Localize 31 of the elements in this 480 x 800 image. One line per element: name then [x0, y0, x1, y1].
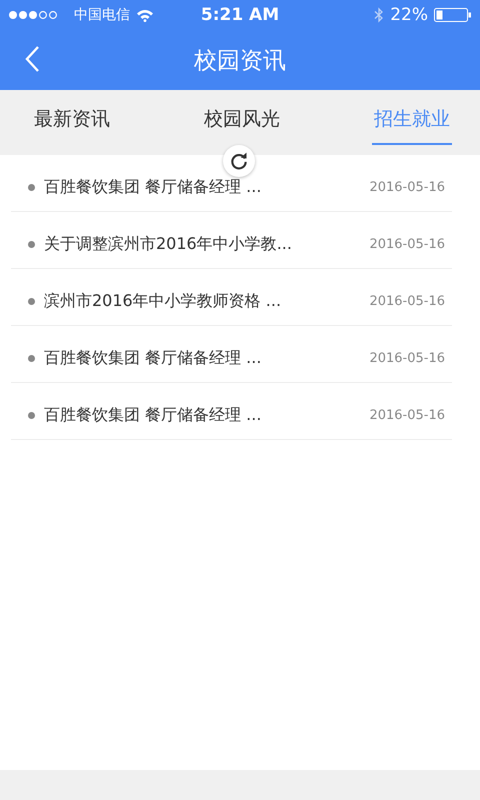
news-date: 2016-05-16 [369, 294, 445, 308]
bullet-icon [28, 184, 35, 190]
news-date: 2016-05-16 [369, 236, 445, 252]
battery-percent: 22% [390, 5, 428, 25]
news-title: 滨州市2016年中小学教师资格 ... [44, 290, 282, 312]
battery-icon [434, 8, 472, 22]
bullet-icon [28, 354, 35, 362]
back-button[interactable] [24, 45, 40, 73]
bullet-icon [28, 240, 35, 248]
refresh-icon [223, 145, 255, 177]
news-item[interactable]: 百胜餐饮集团 餐厅储备经理 ... 2016-05-16 [11, 326, 452, 383]
news-date: 2016-05-16 [369, 408, 445, 422]
bullet-icon [28, 412, 35, 418]
news-title: 百胜餐饮集团 餐厅储备经理 ... [44, 404, 262, 426]
news-title: 关于调整滨州市2016年中小学教... [44, 234, 293, 254]
news-date: 2016-05-16 [369, 350, 445, 366]
wifi-icon [136, 8, 154, 22]
carrier-name: 中国电信 [74, 6, 130, 24]
news-item[interactable]: 百胜餐饮集团 餐厅储备经理 ... 2016-05-16 [11, 383, 452, 440]
status-time: 5:21 AM [200, 5, 280, 25]
news-title: 百胜餐饮集团 餐厅储备经理 ... [44, 348, 262, 368]
tab[interactable]: 校园风光 [202, 90, 282, 145]
news-item[interactable]: 关于调整滨州市2016年中小学教... 2016-05-16 [11, 212, 452, 269]
news-item[interactable]: 滨州市2016年中小学教师资格 ... 2016-05-16 [11, 269, 452, 326]
page-title: 校园资讯 [194, 46, 286, 76]
tab[interactable]: 最新资讯 [32, 90, 112, 145]
bluetooth-icon [374, 7, 384, 23]
bullet-icon [28, 298, 35, 304]
news-title: 百胜餐饮集团 餐厅储备经理 ... [44, 176, 262, 198]
news-item[interactable]: 百胜餐饮集团 餐厅储备经理 ... 2016-05-16 [11, 155, 452, 212]
news-date: 2016-05-16 [369, 180, 445, 194]
